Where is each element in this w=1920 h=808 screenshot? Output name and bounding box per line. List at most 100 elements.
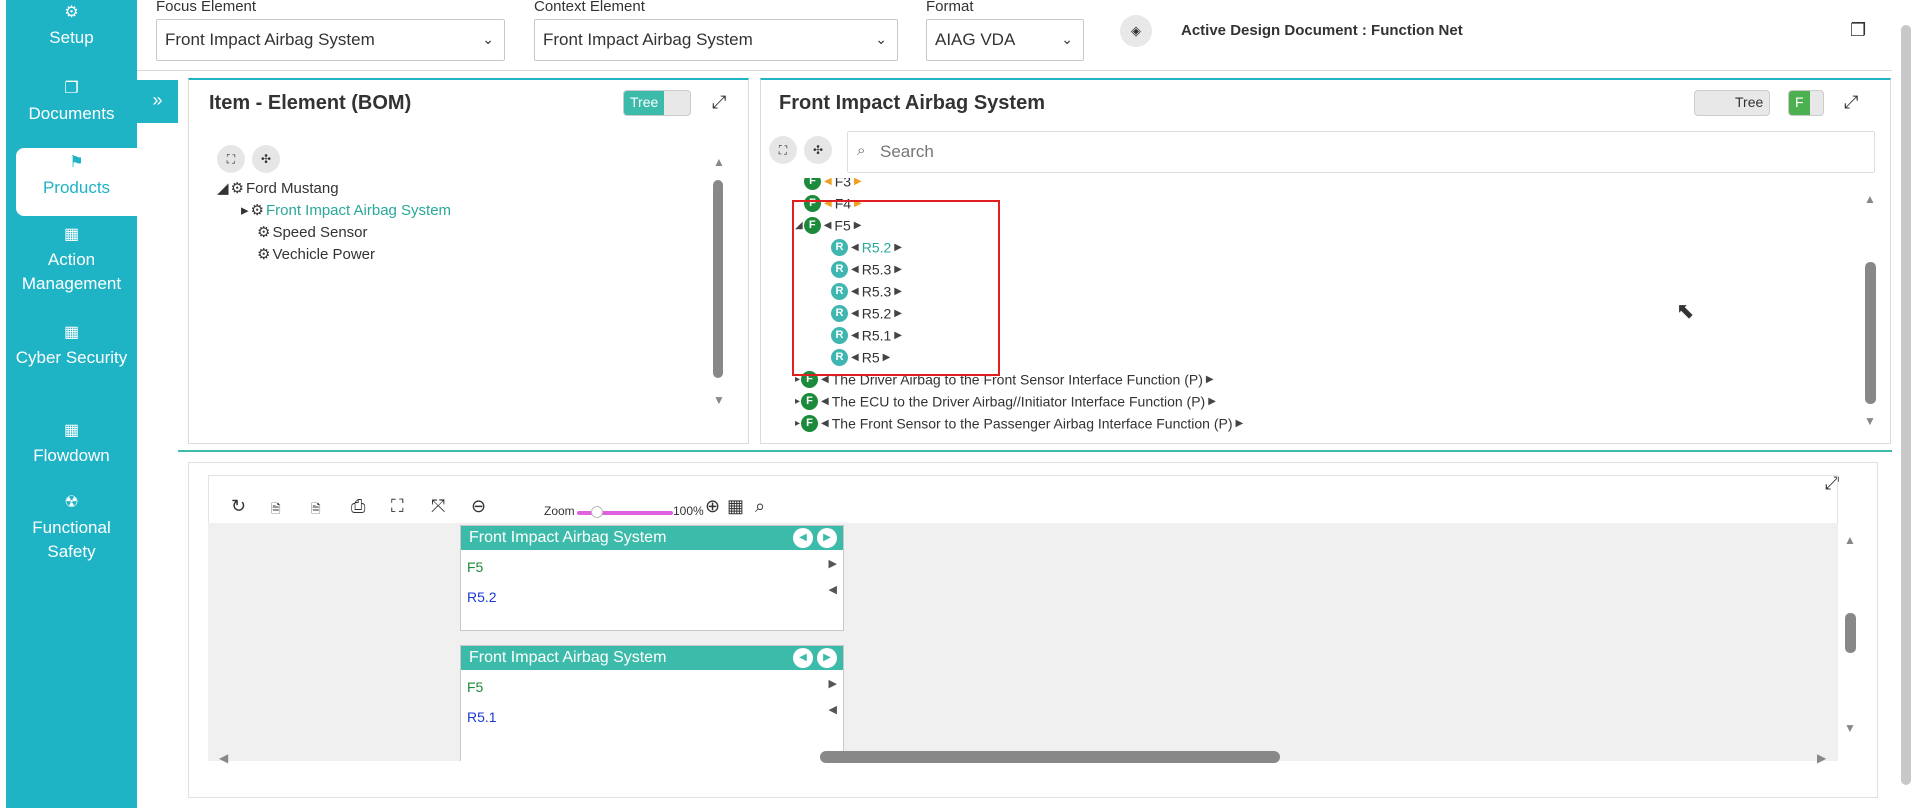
expand-icon[interactable]: ⤢ [712, 92, 726, 113]
layers-button[interactable]: ◈ [1120, 15, 1152, 47]
export-png-icon[interactable]: 🗎 [311, 500, 321, 521]
highlight-box [792, 200, 1000, 376]
arrow-left-icon[interactable]: ◀ [793, 648, 813, 668]
search-icon: ⌕ [857, 142, 866, 159]
zoom-slider-handle[interactable] [591, 506, 603, 518]
tree-toggle-icon: ▸ [795, 395, 801, 407]
arrow-right-icon[interactable]: ▶ [817, 648, 837, 668]
diagram-canvas[interactable]: Front Impact Airbag System ◀ ▶ F5 R5.2 ▶… [208, 523, 1838, 761]
search-box[interactable]: ⌕ [847, 131, 1875, 173]
collapse-all-icon: ✣ [260, 152, 272, 166]
arrow-right-icon[interactable]: ▶ [817, 528, 837, 548]
chevron-down-icon: ⌄ [1061, 31, 1073, 47]
context-element-select[interactable]: Front Impact Airbag System ⌄ [534, 19, 898, 61]
format-value: AIAG VDA [935, 30, 1016, 49]
arrow-right-icon[interactable]: ▶ [829, 677, 837, 690]
chevron-down-icon: ⌄ [875, 31, 887, 47]
scroll-up-arrow[interactable]: ▲ [1864, 192, 1876, 206]
sidebar-item-setup[interactable]: ⚙ Setup [6, 4, 137, 60]
format-label: Format [926, 0, 974, 14]
building-icon: ▦ [63, 422, 80, 439]
layers-icon: ◈ [1131, 23, 1141, 38]
sidebar-item-label: Products [42, 178, 111, 197]
gears-icon: ⚙ [250, 202, 264, 219]
print-icon[interactable]: ⎙ [351, 496, 365, 517]
scroll-down-arrow[interactable]: ▼ [1844, 721, 1856, 735]
building-icon: ▦ [63, 324, 80, 341]
sidebar-item-flowdown[interactable]: ▦ Flowdown [6, 422, 137, 478]
export-svg-icon[interactable]: 🗎 [271, 500, 281, 521]
sidebar-item-cyber-security[interactable]: ▦ Cyber Security [6, 324, 137, 400]
arrow-right-icon: ▶ [1205, 373, 1214, 385]
arrow-left-icon[interactable]: ◀ [829, 583, 837, 596]
expand-all-button[interactable]: ⛶ [769, 136, 797, 164]
documents-icon: ❐ [64, 80, 79, 97]
scroll-left-arrow[interactable]: ◀ [219, 751, 228, 765]
fn-f-toggle[interactable]: F [1788, 90, 1824, 116]
arrow-left-icon[interactable]: ◀ [793, 528, 813, 548]
chevron-down-icon: ⌄ [482, 31, 494, 47]
zoom-value: 100% [673, 504, 704, 518]
scroll-up-arrow[interactable]: ▲ [713, 155, 725, 169]
arrow-left-icon[interactable]: ◀ [829, 703, 837, 716]
arrow-right-icon: ▶ [1235, 417, 1244, 429]
fn-tree-toggle[interactable]: Tree [1694, 90, 1770, 116]
fn-node-front-sensor-passenger-airbag-interface[interactable]: ▸ F ◀ The Front Sensor to the Passenger Air… [794, 414, 1246, 432]
zoom-search-icon[interactable]: ⌕ [755, 496, 765, 517]
format-select[interactable]: AIAG VDA ⌄ [926, 19, 1084, 61]
gear-icon: ⚙ [257, 224, 271, 241]
focus-element-select[interactable]: Front Impact Airbag System ⌄ [156, 19, 505, 61]
scroll-down-arrow[interactable]: ▼ [713, 393, 725, 407]
sidebar-item-action-management[interactable]: ▦ Action Management [6, 226, 137, 302]
sidebar-item-documents[interactable]: ❐ Documents [6, 80, 137, 136]
sidebar-item-label: Documents [28, 104, 115, 123]
search-input[interactable] [878, 138, 1858, 166]
collapse-all-button[interactable]: ✣ [804, 136, 832, 164]
scroll-down-arrow[interactable]: ▼ [1864, 414, 1876, 428]
diagram-hscroll-thumb[interactable] [820, 751, 1280, 763]
card-header: Front Impact Airbag System ◀ ▶ [461, 646, 843, 670]
fn-scrollbar-thumb[interactable] [1865, 262, 1876, 404]
fn-node-f3[interactable]: F ◀ F3 ▶ [804, 178, 865, 190]
radiation-icon: ☢ [64, 494, 79, 511]
expand-all-button[interactable]: ⛶ [217, 145, 245, 173]
tree-item-front-impact-airbag-system[interactable]: ▸ ⚙ Front Impact Airbag System [241, 201, 451, 219]
arrow-right-icon[interactable]: ▶ [829, 557, 837, 570]
sidebar-item-functional-safety[interactable]: ☢ Functional Safety [6, 494, 137, 570]
sidebar-item-products[interactable]: ⚑ Products [16, 148, 137, 216]
collapse-all-button[interactable]: ✣ [252, 145, 280, 173]
expand-icon[interactable]: ⤢ [1844, 92, 1858, 113]
arrow-right-icon: ▶ [1208, 395, 1216, 407]
fn-node-ecu-driver-airbag-interface[interactable]: ▸ F ◀ The ECU to the Driver Airbag//Initiat… [794, 392, 1219, 410]
products-icon: ⚑ [69, 154, 84, 171]
expand-all-icon: ⛶ [778, 143, 788, 157]
card-requirement-label: R5.2 [467, 589, 497, 605]
bom-panel-title: Item - Element (BOM) [209, 92, 412, 114]
arrow-left-icon: ◀ [824, 178, 832, 187]
fullscreen-icon[interactable]: ⛶ [391, 496, 404, 517]
collapse-panel-button[interactable]: » [137, 80, 178, 123]
zoom-in-icon[interactable]: ⊕ [705, 496, 720, 517]
bom-tree-toggle[interactable]: Tree [623, 90, 691, 116]
refresh-icon[interactable]: ↻ [231, 496, 246, 517]
building-icon: ▦ [63, 226, 80, 243]
sidebar-item-label: Action Management [21, 250, 122, 293]
diagram-vscroll-thumb[interactable] [1845, 613, 1856, 653]
scroll-up-arrow[interactable]: ▲ [1844, 533, 1856, 547]
page-scrollbar-thumb[interactable] [1901, 25, 1911, 785]
tree-item-ford-mustang[interactable]: ◢ ⚙ Ford Mustang [217, 179, 339, 197]
diagram-card[interactable]: Front Impact Airbag System ◀ ▶ F5 R5.2 ▶… [460, 525, 844, 631]
diagram-card[interactable]: Front Impact Airbag System ◀ ▶ F5 R5.1 ▶… [460, 645, 844, 761]
context-element-label: Context Element [534, 0, 645, 14]
zoom-out-icon[interactable]: ⊖ [471, 496, 486, 517]
grid-icon[interactable]: ▦ [727, 496, 744, 517]
tree-item-speed-sensor[interactable]: ⚙ Speed Sensor [257, 223, 368, 241]
card-title: Front Impact Airbag System [469, 529, 667, 546]
copy-icon[interactable]: ❐ [1850, 20, 1866, 41]
scroll-right-arrow[interactable]: ▶ [1817, 751, 1826, 765]
expand-all-icon: ⛶ [226, 152, 236, 166]
fit-icon[interactable]: ⤧ [431, 496, 445, 517]
tree-item-vechicle-power[interactable]: ⚙ Vechicle Power [257, 245, 375, 263]
double-chevron-right-icon: » [152, 90, 163, 110]
bom-scrollbar-thumb[interactable] [713, 180, 723, 378]
